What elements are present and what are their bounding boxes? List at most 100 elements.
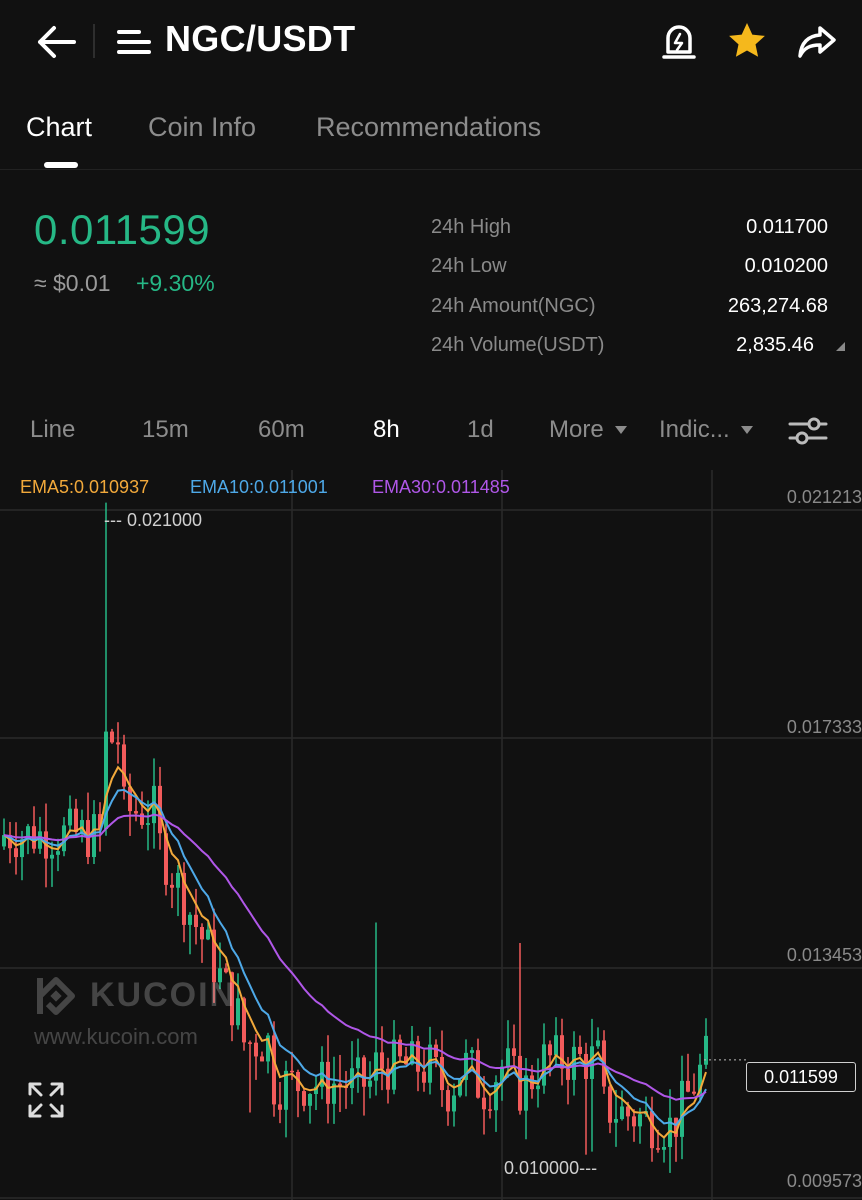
- candle-body: [542, 1044, 546, 1086]
- indicators-menu[interactable]: Indic...: [659, 416, 730, 444]
- indicators-label: Indic...: [659, 416, 730, 443]
- candle-body: [686, 1080, 690, 1092]
- candle-body: [236, 998, 240, 1026]
- more-dropdown-icon[interactable]: [614, 425, 628, 435]
- candle-body: [272, 1035, 276, 1105]
- candle-body: [302, 1091, 306, 1106]
- header-divider: [93, 24, 95, 58]
- ema10-line: [3, 788, 707, 1127]
- candle-body: [128, 786, 132, 812]
- candle-body: [554, 1035, 558, 1056]
- candle-body: [326, 1061, 330, 1104]
- candle-body: [596, 1040, 600, 1047]
- usd-price: ≈ $0.01: [34, 270, 111, 296]
- stat-value-low: 0.010200: [744, 255, 828, 277]
- candle-body: [14, 848, 18, 858]
- price-alert-icon[interactable]: [658, 20, 700, 62]
- candle-body: [290, 1070, 294, 1073]
- kucoin-logo-icon: [37, 977, 75, 1015]
- ema30-legend: EMA30:0.011485: [372, 477, 510, 497]
- candle-body: [548, 1044, 552, 1056]
- candle-body: [374, 1052, 378, 1081]
- stat-value-volume: 2,835.46: [736, 334, 814, 356]
- candle-body: [308, 1094, 312, 1106]
- current-price-label: 0.011599: [746, 1062, 856, 1092]
- timeframe-15m[interactable]: 15m: [142, 416, 189, 444]
- candle-body: [260, 1056, 264, 1062]
- top-bar: NGC/USDT: [0, 0, 862, 84]
- stat-value-amount: 263,274.68: [727, 295, 828, 317]
- candle-body: [200, 927, 204, 940]
- menu-icon[interactable]: [117, 28, 151, 56]
- stat-label-low: 24h Low: [431, 255, 507, 277]
- stat-label-volume: 24h Volume(USDT): [431, 334, 605, 356]
- timeframe-1d[interactable]: 1d: [467, 416, 494, 444]
- candle-body: [146, 823, 150, 825]
- low-price-annotation: 0.010000---: [504, 1158, 598, 1178]
- volume-toggle-icon[interactable]: [834, 340, 846, 352]
- indicators-dropdown-icon[interactable]: [740, 425, 754, 435]
- candle-body: [56, 851, 60, 855]
- candle-body: [692, 1091, 696, 1094]
- candle-body: [482, 1097, 486, 1110]
- timeframe-line[interactable]: Line: [30, 416, 75, 444]
- candle-body: [122, 744, 126, 787]
- timeframe-more[interactable]: More: [549, 416, 604, 444]
- candle-body: [578, 1046, 582, 1054]
- pair-title[interactable]: NGC/USDT: [165, 18, 355, 60]
- stat-label-amount: 24h Amount(NGC): [431, 295, 596, 317]
- y-axis-label: 0.021213: [786, 487, 862, 507]
- back-arrow-icon[interactable]: [34, 22, 78, 62]
- candle-body: [176, 872, 180, 888]
- candle-body: [536, 1085, 540, 1090]
- candle-body: [422, 1071, 426, 1083]
- candle-body: [650, 1111, 654, 1149]
- candle-body: [638, 1114, 642, 1127]
- fullscreen-expand-icon[interactable]: [26, 1080, 66, 1120]
- price-change-percent: +9.30%: [136, 270, 215, 296]
- tab-recommendations[interactable]: Recommendations: [316, 112, 541, 143]
- stat-value-high: 0.011700: [746, 216, 828, 238]
- star-favorite-icon[interactable]: [726, 20, 768, 62]
- timeframe-8h[interactable]: 8h: [373, 416, 400, 444]
- candle-body: [110, 731, 114, 743]
- tab-coin-info[interactable]: Coin Info: [148, 112, 256, 143]
- candle-body: [608, 1086, 612, 1123]
- candlestick-chart[interactable]: [0, 470, 862, 1200]
- share-icon[interactable]: [796, 20, 838, 62]
- candle-body: [248, 1042, 252, 1044]
- candle-body: [254, 1042, 258, 1057]
- tab-chart[interactable]: Chart: [26, 112, 92, 143]
- candle-body: [446, 1090, 450, 1112]
- y-axis-label: 0.009573: [786, 1171, 862, 1191]
- candle-body: [398, 1039, 402, 1057]
- candle-body: [170, 884, 174, 888]
- candle-body: [566, 1068, 570, 1080]
- ema5-legend: EMA5:0.010937: [20, 477, 150, 497]
- timeframe-more-label: More: [549, 416, 604, 443]
- ema10-legend: EMA10:0.011001: [190, 477, 328, 497]
- candle-body: [284, 1070, 288, 1110]
- candle-body: [704, 1035, 708, 1065]
- candle-body: [188, 914, 192, 925]
- candle-body: [356, 1057, 360, 1069]
- candle-body: [506, 1048, 510, 1067]
- candle-body: [74, 808, 78, 833]
- candle-body: [656, 1148, 660, 1150]
- y-axis-label: 0.013453: [786, 945, 862, 965]
- y-axis-label: 0.017333: [786, 717, 862, 737]
- candle-body: [50, 854, 54, 859]
- candle-body: [512, 1048, 516, 1056]
- candle-body: [620, 1106, 624, 1119]
- timeframe-60m[interactable]: 60m: [258, 416, 305, 444]
- candle-body: [368, 1080, 372, 1087]
- candle-body: [116, 742, 120, 745]
- chart-settings-icon[interactable]: [788, 414, 828, 448]
- candle-body: [278, 1104, 282, 1110]
- candle-body: [434, 1044, 438, 1057]
- candle-body: [614, 1118, 618, 1123]
- watermark-url: www.kucoin.com: [34, 1024, 198, 1049]
- candle-body: [224, 968, 228, 973]
- candle-body: [680, 1080, 684, 1137]
- candle-body: [632, 1116, 636, 1127]
